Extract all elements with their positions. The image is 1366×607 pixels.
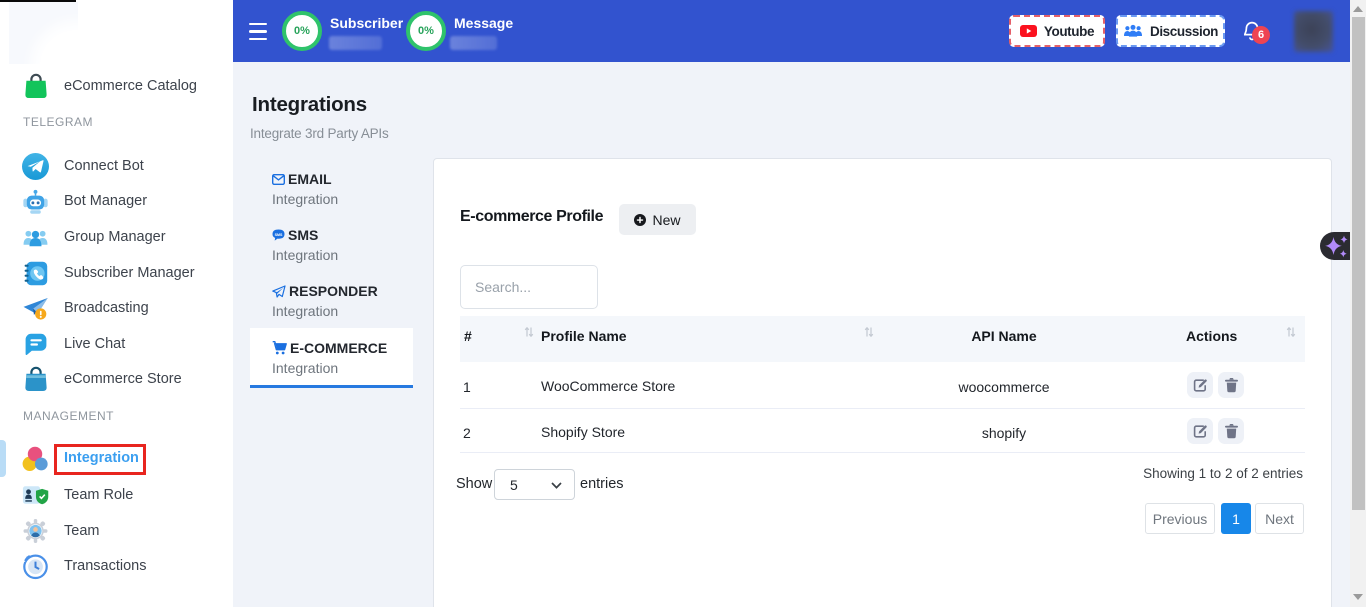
svg-text:SMS: SMS	[275, 233, 283, 237]
